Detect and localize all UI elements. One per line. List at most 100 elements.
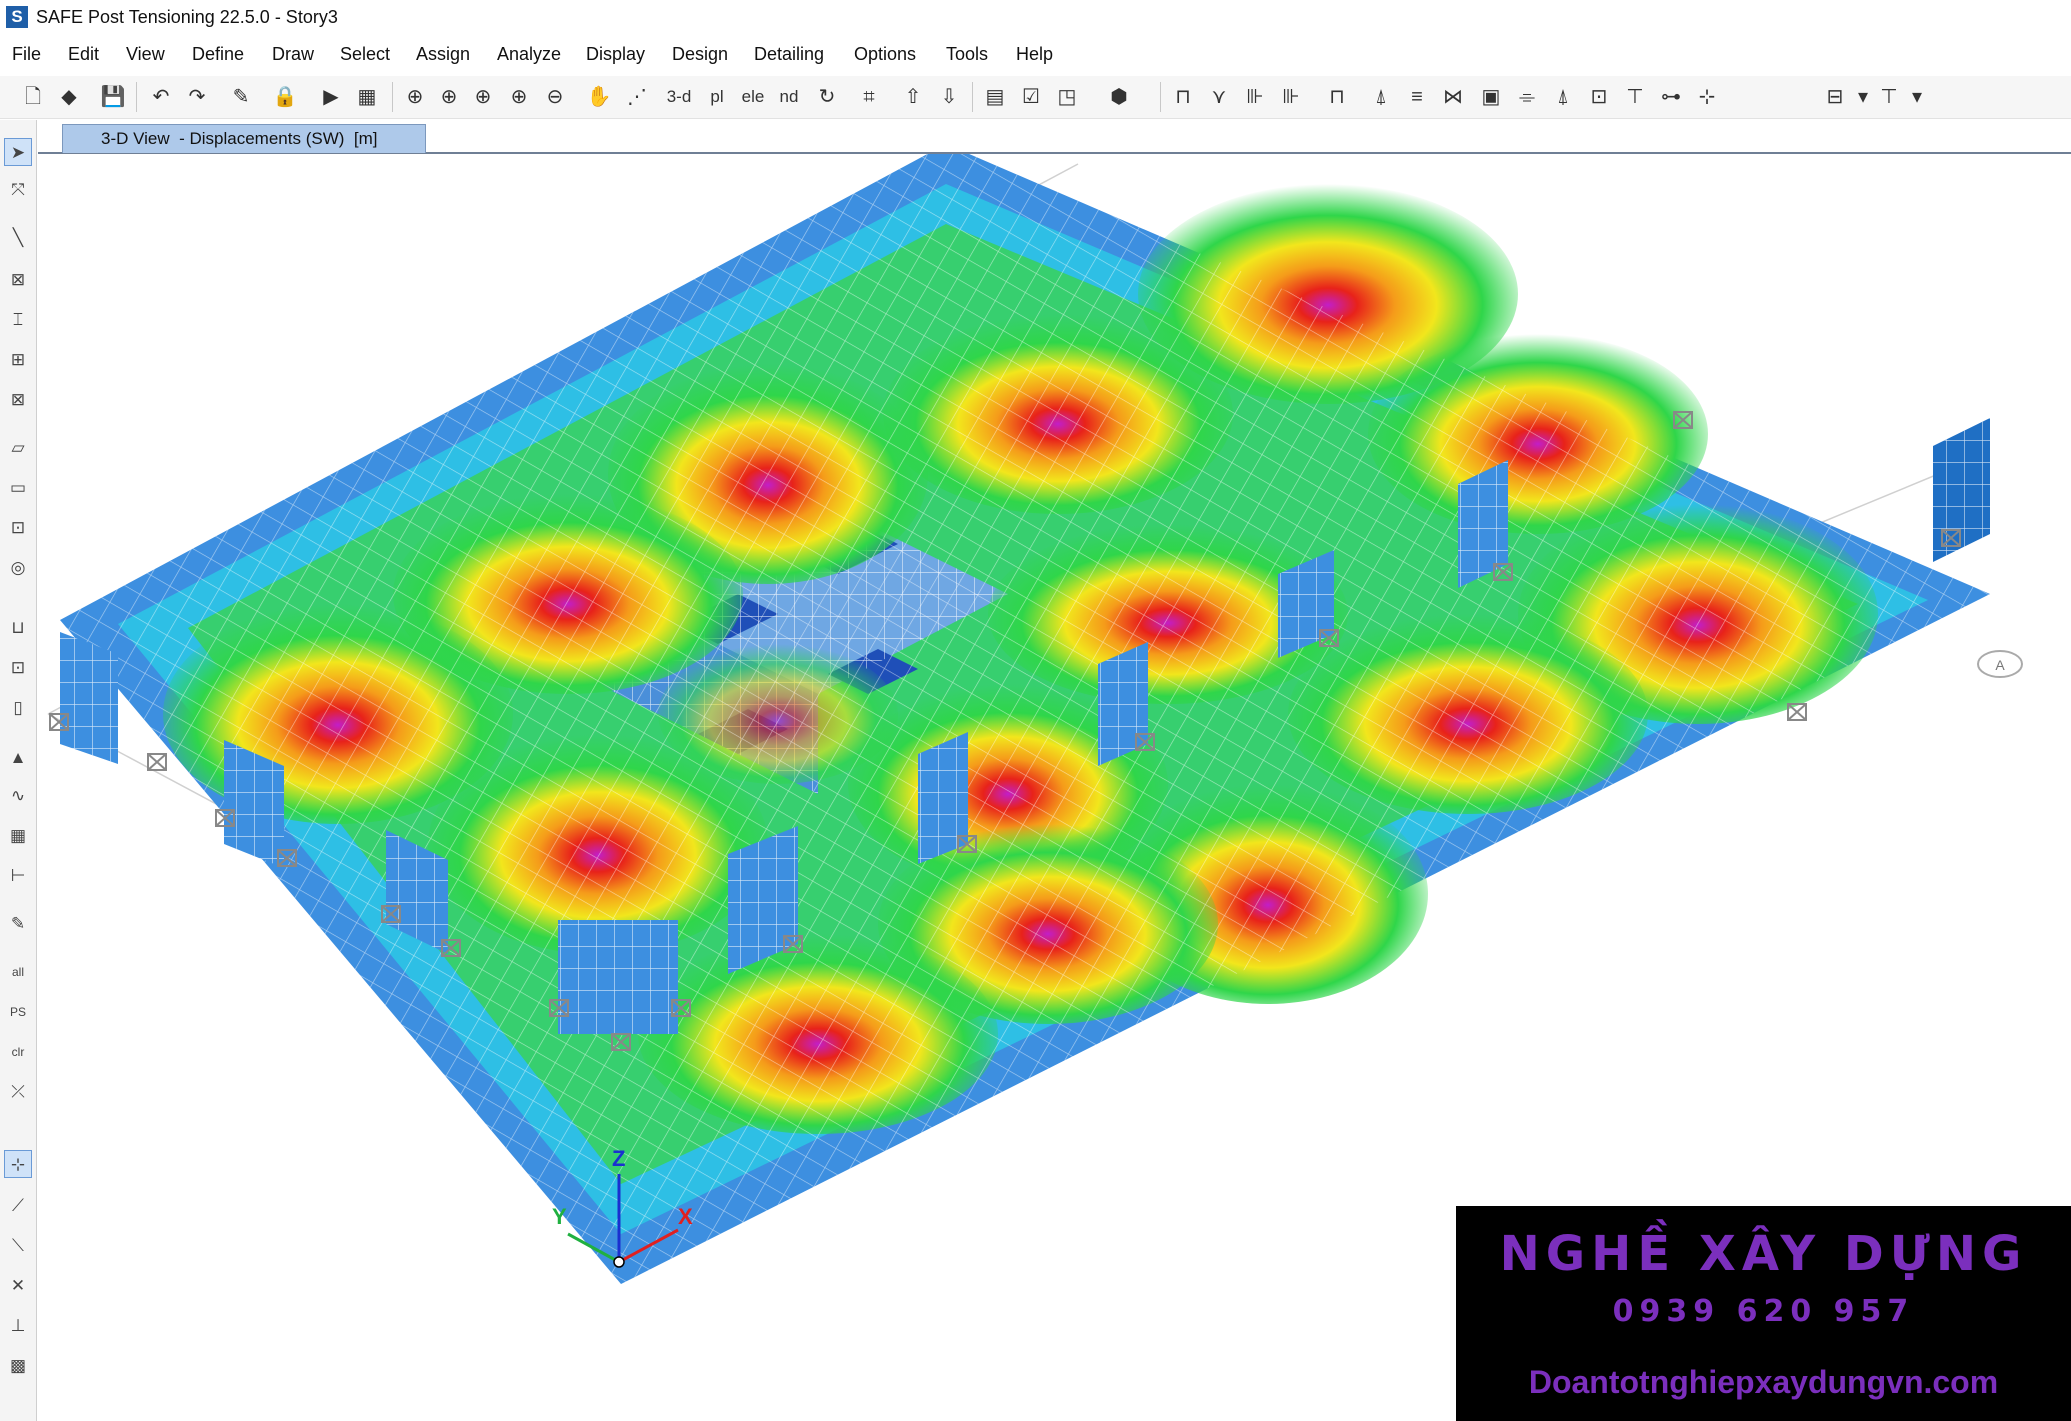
menu-detailing[interactable]: Detailing: [754, 44, 824, 65]
grid-bubble-label: A: [1995, 657, 2005, 673]
menu-view[interactable]: View: [126, 44, 165, 65]
watermark-banner: NGHỀ XÂY DỰNG 0939 620 957 Doantotnghiep…: [1456, 1206, 2071, 1421]
show-undeformed-icon[interactable]: ◳: [1052, 82, 1082, 112]
show-detailing-icon[interactable]: ⊶: [1656, 82, 1686, 112]
clear-selection-button[interactable]: clr: [4, 1038, 32, 1066]
set-display-options-icon[interactable]: ▤: [980, 82, 1010, 112]
show-strip-forces-icon[interactable]: ⊪: [1240, 82, 1270, 112]
zoom-restore-icon[interactable]: ⊕: [434, 82, 464, 112]
tab-3d-view-displacements[interactable]: 3-D View - Displacements (SW) [m]: [62, 124, 427, 153]
zoom-previous-icon[interactable]: ⊕: [468, 82, 498, 112]
snap-perpendicular-icon[interactable]: ⊥: [4, 1312, 32, 1340]
menu-assign[interactable]: Assign: [416, 44, 470, 65]
select-all-button[interactable]: all: [4, 958, 32, 986]
show-drawings-icon[interactable]: ⊹: [1692, 82, 1722, 112]
menu-define[interactable]: Define: [192, 44, 244, 65]
column-section-icon[interactable]: ⊟: [1820, 82, 1850, 112]
zoom-in-icon[interactable]: ⊕: [504, 82, 534, 112]
show-design-icon[interactable]: ▣: [1476, 82, 1506, 112]
pan-icon[interactable]: ✋: [584, 82, 614, 112]
draw-slab-icon[interactable]: ▱: [4, 434, 32, 462]
draw-design-strip-icon[interactable]: ▦: [4, 822, 32, 850]
undo-icon[interactable]: ↶: [146, 82, 176, 112]
view-3d-button[interactable]: 3-d: [664, 82, 694, 112]
draw-dimension-icon[interactable]: ⊢: [4, 862, 32, 890]
view-elevation-button[interactable]: ele: [738, 82, 768, 112]
show-long-term-icon[interactable]: ⊡: [1584, 82, 1614, 112]
move-up-icon[interactable]: ⇧: [898, 82, 928, 112]
show-soil-pressure-icon[interactable]: ⋈: [1438, 82, 1468, 112]
show-reactions-icon[interactable]: ⊓: [1168, 82, 1198, 112]
snap-to-intersection-icon[interactable]: ✕: [4, 1272, 32, 1300]
zoom-out-icon[interactable]: ⊖: [540, 82, 570, 112]
draw-wall-icon[interactable]: ⊞: [4, 346, 32, 374]
perspective-icon[interactable]: ⌗: [854, 82, 884, 112]
snap-to-middle-icon[interactable]: ⟍: [4, 1232, 32, 1260]
show-beam-forces-icon[interactable]: ⊪: [1276, 82, 1306, 112]
show-tables-icon[interactable]: ▦: [352, 82, 382, 112]
window-title: SAFE Post Tensioning 22.5.0 - Story3: [36, 7, 338, 27]
toolbar-separator: [136, 82, 137, 112]
draw-line-icon[interactable]: ╲: [4, 224, 32, 252]
measure-icon[interactable]: ⋰: [622, 82, 652, 112]
watermark-brand: NGHỀ XÂY DỰNG: [1499, 1226, 2028, 1282]
menu-help[interactable]: Help: [1016, 44, 1053, 65]
draw-tendon-profile-icon[interactable]: ∿: [4, 782, 32, 810]
beam-section-icon[interactable]: ⊤: [1874, 82, 1904, 112]
save-icon[interactable]: 💾: [98, 82, 128, 112]
show-slab-forces-icon[interactable]: ⋎: [1204, 82, 1234, 112]
draw-point-support-icon[interactable]: ⊡: [4, 654, 32, 682]
draw-opening-icon[interactable]: ⊡: [4, 514, 32, 542]
refresh-view-icon[interactable]: ✎: [226, 82, 256, 112]
show-tendon-stress-icon[interactable]: ⍋: [1548, 82, 1578, 112]
draw-area-support-icon[interactable]: ▯: [4, 694, 32, 722]
lock-model-icon[interactable]: 🔒: [270, 82, 300, 112]
snap-to-points-icon[interactable]: ⊹: [4, 1150, 32, 1178]
redo-icon[interactable]: ↷: [182, 82, 212, 112]
draw-beam-icon[interactable]: ⊠: [4, 266, 32, 294]
reshape-icon[interactable]: ⤧: [4, 176, 32, 204]
view-nd-button[interactable]: nd: [774, 82, 804, 112]
app-icon[interactable]: S: [6, 6, 28, 28]
show-rebar-icon[interactable]: ⌯: [1512, 82, 1542, 112]
run-analysis-icon[interactable]: ▶: [316, 82, 346, 112]
check-icon[interactable]: ☑: [1016, 82, 1046, 112]
menu-display[interactable]: Display: [586, 44, 645, 65]
snap-grid-icon[interactable]: ▩: [4, 1352, 32, 1380]
show-tendons-icon[interactable]: ⊓: [1322, 82, 1352, 112]
show-cracking-icon[interactable]: ≡: [1402, 82, 1432, 112]
draw-round-slab-icon[interactable]: ◎: [4, 554, 32, 582]
new-model-icon[interactable]: 🗋: [18, 82, 48, 112]
intersecting-line-icon[interactable]: ⤫: [4, 1078, 32, 1106]
menu-edit[interactable]: Edit: [68, 44, 99, 65]
title-bar: S SAFE Post Tensioning 22.5.0 - Story3: [0, 0, 2071, 34]
draw-rectangle-slab-icon[interactable]: ▭: [4, 474, 32, 502]
select-pointer-icon[interactable]: ➤: [4, 138, 32, 166]
menu-select[interactable]: Select: [340, 44, 390, 65]
open-model-icon[interactable]: ◆: [54, 82, 84, 112]
show-deformed-icon[interactable]: ⬢: [1104, 82, 1134, 112]
draw-column-icon[interactable]: ⌶: [4, 306, 32, 334]
show-vibration-icon[interactable]: ⊤: [1620, 82, 1650, 112]
menu-analyze[interactable]: Analyze: [497, 44, 561, 65]
menu-tools[interactable]: Tools: [946, 44, 988, 65]
view-plan-button[interactable]: pl: [702, 82, 732, 112]
draw-tendon-icon[interactable]: ▲: [4, 744, 32, 772]
previous-selection-button[interactable]: PS: [4, 998, 32, 1026]
draw-drop-panel-icon[interactable]: ⊔: [4, 614, 32, 642]
snap-to-ends-icon[interactable]: ⟋: [4, 1192, 32, 1220]
draw-brace-icon[interactable]: ⊠: [4, 386, 32, 414]
menu-file[interactable]: File: [12, 44, 41, 65]
menu-design[interactable]: Design: [672, 44, 728, 65]
show-punching-icon[interactable]: ⍋: [1366, 82, 1396, 112]
move-down-icon[interactable]: ⇩: [934, 82, 964, 112]
axis-z-label: Z: [612, 1146, 625, 1171]
grid-bubble-a: A: [1977, 650, 2023, 678]
menu-draw[interactable]: Draw: [272, 44, 314, 65]
view-tab-strip: 3-D View - Displacements (SW) [m]: [38, 120, 2071, 154]
menu-options[interactable]: Options: [854, 44, 916, 65]
draw-section-cut-icon[interactable]: ✎: [4, 910, 32, 938]
zoom-rubber-band-icon[interactable]: ⊕: [400, 82, 430, 112]
dropdown-arrow-icon[interactable]: ▾: [1902, 82, 1932, 112]
rotate-view-icon[interactable]: ↻: [812, 82, 842, 112]
